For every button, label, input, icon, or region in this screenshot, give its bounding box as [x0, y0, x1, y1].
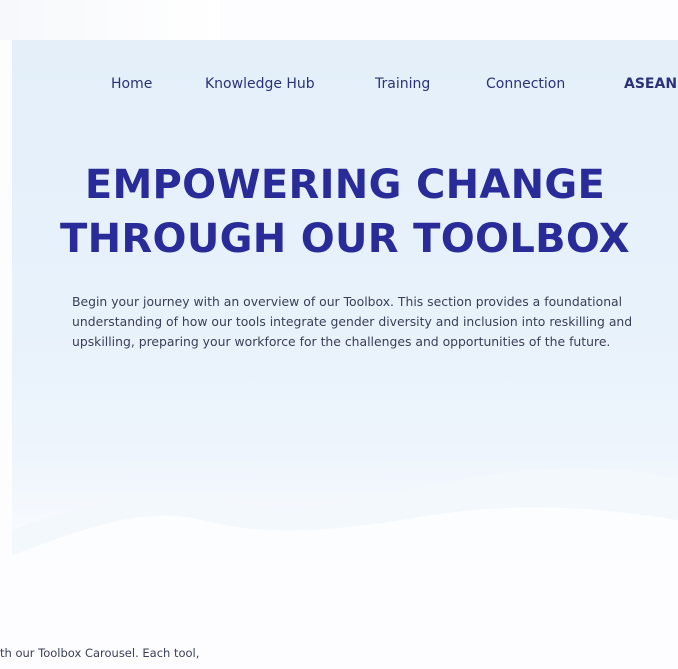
wave-decoration	[12, 468, 678, 560]
hero-intro-text: Begin your journey with an overview of o…	[72, 294, 633, 349]
main-nav: Home Knowledge Hub Training Connection A…	[12, 76, 678, 96]
hero-section: Home Knowledge Hub Training Connection A…	[12, 40, 678, 560]
hero-title-line-2: THROUGH OUR TOOLBOX	[60, 216, 630, 262]
page: Home Knowledge Hub Training Connection A…	[0, 0, 678, 669]
nav-item-asean[interactable]: ASEAN	[624, 76, 677, 92]
nav-item-home[interactable]: Home	[111, 76, 152, 92]
carousel-intro-text: th our Toolbox Carousel. Each tool,	[0, 646, 200, 660]
nav-item-knowledge-hub[interactable]: Knowledge Hub	[205, 76, 315, 92]
nav-item-connection[interactable]: Connection	[486, 76, 565, 92]
hero-title-line-1: EMPOWERING CHANGE	[84, 162, 606, 208]
top-left-fade	[0, 0, 220, 40]
hero-title: EMPOWERING CHANGE THROUGH OUR TOOLBOX	[12, 158, 678, 266]
nav-item-training[interactable]: Training	[375, 76, 430, 92]
